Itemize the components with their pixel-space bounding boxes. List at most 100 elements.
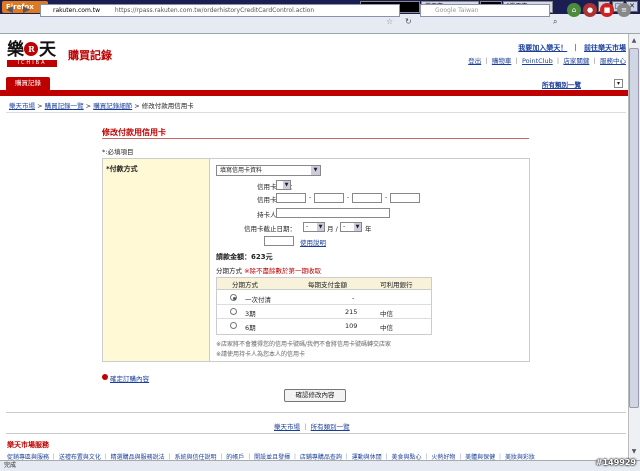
payment-method-label: *付款方式 — [106, 165, 138, 173]
form-heading: 修改付款用信用卡 — [102, 128, 166, 137]
crumb-history-detail[interactable]: 購買記錄細節 — [93, 102, 132, 110]
forward-arrow-icon[interactable]: ▶ — [20, 4, 33, 16]
shop-link[interactable]: 店家關鍵 — [563, 57, 589, 65]
heading-divider — [102, 138, 529, 139]
home-icon[interactable]: ⌂ — [567, 3, 581, 17]
url-text: https://rpass.rakuten.com.tw/orderhistor… — [114, 7, 315, 14]
header-account-links: 登出 ｜ 購物車 ｜ PointClub ｜ 店家關鍵 ｜ 服務中心 — [468, 57, 626, 65]
watermark: #149929 — [595, 458, 636, 467]
expiry-year-select[interactable]: - ▼ — [340, 222, 362, 232]
row-divider — [217, 318, 431, 319]
dash: - — [347, 194, 350, 201]
footer-divider — [6, 412, 626, 413]
footer-divider — [6, 433, 626, 434]
cart-link[interactable]: 購物車 — [492, 57, 512, 65]
header-bank: 可利用銀行 — [380, 281, 413, 289]
help-link[interactable]: 服務中心 — [600, 57, 626, 65]
footer-categories-link[interactable]: 所有類別一覽 — [311, 423, 350, 431]
tab-purchase-history[interactable]: 購買記錄 — [6, 77, 50, 90]
header-plan: 分期方式 — [232, 281, 258, 289]
expiry-label: 信用卡截止日期： — [244, 225, 296, 233]
year-unit: 年 — [365, 225, 372, 233]
confirm-button[interactable]: 確認修改內容 — [284, 389, 346, 402]
crumb-current: 修改付款用信用卡 — [141, 102, 194, 110]
search-icon[interactable]: ⌕ — [553, 17, 557, 27]
reload-icon[interactable]: ↻ — [405, 17, 412, 26]
logo-sub: ICHIBA — [7, 60, 57, 67]
pointclub-link[interactable]: PointClub — [522, 57, 553, 65]
header-top-links: 我要加入樂天！ ｜ 前往樂天市場 — [518, 44, 626, 52]
header-amount: 每期支付金額 — [308, 281, 347, 289]
service-title: 樂天市場服務 — [7, 441, 49, 449]
back-arrow-icon[interactable]: ◀ — [3, 4, 16, 16]
amount-full: - — [352, 294, 355, 302]
card-number-field-3[interactable] — [352, 193, 382, 203]
bank-6: 中信 — [380, 324, 393, 332]
bookmark-star-icon[interactable]: ☆ — [386, 17, 393, 26]
note-1: ※店家將不會獲得您的信用卡號碼/我們不會將信用卡號碼轉交店家 — [216, 341, 392, 348]
addon-icon[interactable]: ● — [583, 3, 597, 17]
amount-text: 請款金額：623元 — [216, 253, 273, 261]
divider — [6, 112, 626, 113]
chevron-down-icon: ▼ — [354, 223, 361, 231]
footer-links: 樂天市場 ｜ 所有類別一覽 — [274, 423, 350, 431]
expand-icon[interactable]: ▾ — [614, 79, 623, 88]
cvv-field[interactable] — [264, 236, 294, 246]
holder-name-field[interactable] — [276, 208, 390, 218]
page-title: 購買記錄 — [68, 49, 112, 62]
all-categories-link[interactable]: 所有類別一覽 — [542, 79, 581, 89]
required-note: *:必填項目 — [102, 148, 134, 156]
plan-6: 6期 — [245, 324, 256, 332]
cvv-help-link[interactable]: 使用說明 — [300, 237, 326, 247]
logout-link[interactable]: 登出 — [468, 57, 481, 65]
note-2: ※請使用持卡人為您本人的信用卡 — [216, 351, 306, 358]
rakuten-logo[interactable]: 樂天樂R天 ICHIBA — [7, 40, 62, 68]
status-bar: 完成 — [0, 460, 640, 471]
scroll-thumb[interactable] — [629, 48, 639, 408]
chevron-down-icon: ▼ — [317, 223, 324, 231]
card-type-select[interactable]: ▼ — [276, 180, 291, 190]
join-link[interactable]: 我要加入樂天！ — [518, 44, 567, 52]
logo-text: 樂天樂R天 — [7, 40, 56, 60]
card-number-field-4[interactable] — [390, 193, 420, 203]
url-host: rakuten.com.tw — [53, 7, 100, 14]
header-red-bar — [0, 90, 628, 96]
plan-full: 一次付清 — [245, 296, 271, 304]
bank-3: 中信 — [380, 310, 393, 318]
amount-6: 109 — [345, 322, 358, 330]
menu-icon[interactable]: ≡ — [617, 3, 631, 17]
row-divider — [217, 304, 431, 305]
dash: - — [309, 194, 312, 201]
breadcrumb: 樂天市場 > 購買記錄一覽 > 購買記錄細節 > 修改付款用信用卡 — [9, 102, 194, 110]
back-bullet-icon — [102, 374, 108, 380]
year-value: - — [343, 223, 346, 230]
month-unit: 月 / — [327, 225, 338, 233]
crumb-history-list[interactable]: 購買記錄一覽 — [45, 102, 84, 110]
chevron-down-icon: ▼ — [311, 166, 320, 175]
go-market-link[interactable]: 前往樂天市場 — [584, 44, 626, 52]
back-link[interactable]: 確定訂購內容 — [110, 373, 149, 383]
card-number-field-1[interactable] — [276, 193, 306, 203]
card-number-field-2[interactable] — [314, 193, 344, 203]
footer-market-link[interactable]: 樂天市場 — [274, 423, 300, 431]
installment-title: 分期方式 — [216, 267, 242, 275]
scroll-up-icon[interactable]: ▲ — [629, 36, 639, 46]
radio-3-installments[interactable] — [230, 308, 237, 315]
month-value: - — [306, 223, 309, 230]
payment-select-value: 填寫信用卡資料 — [220, 167, 263, 174]
payment-method-select[interactable]: 填寫信用卡資料 ▼ — [216, 165, 321, 176]
url-bar[interactable]: rakuten.com.tw https://rpass.rakuten.com… — [40, 4, 400, 17]
navigation-toolbar — [0, 14, 640, 34]
crumb-market[interactable]: 樂天市場 — [9, 102, 35, 110]
radio-full-payment[interactable] — [230, 294, 237, 301]
logo-r-circle: R — [24, 42, 38, 56]
radio-6-installments[interactable] — [230, 322, 237, 329]
installment-label: 分期方式 ※除不盡餘數於第一期收取 — [216, 265, 321, 275]
abp-icon[interactable]: ■ — [600, 3, 614, 17]
amount-3: 215 — [345, 308, 358, 316]
label-cell — [102, 158, 210, 362]
expiry-month-select[interactable]: - ▼ — [303, 222, 325, 232]
plan-3: 3期 — [245, 310, 256, 318]
dash: - — [385, 194, 388, 201]
search-input[interactable]: Google Taiwan — [420, 4, 550, 17]
